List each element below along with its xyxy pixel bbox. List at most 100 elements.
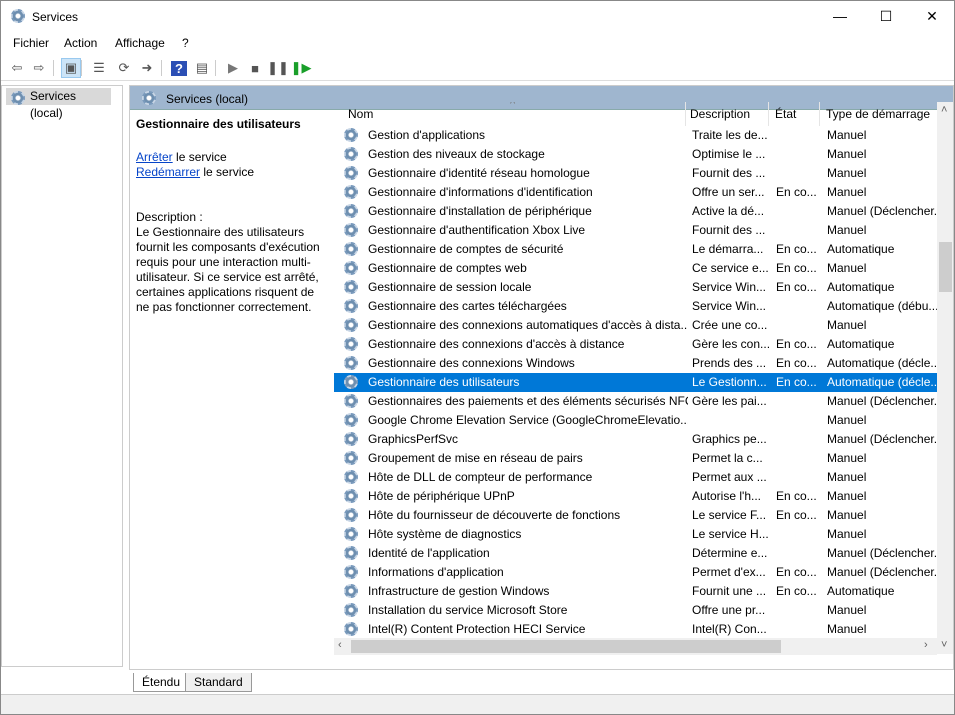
properties-button[interactable]: ☰	[89, 58, 109, 78]
minimize-button[interactable]: —	[817, 1, 863, 31]
tree-item-services-local[interactable]: Services (local)	[6, 88, 111, 120]
service-startup-type: Manuel	[827, 489, 867, 503]
back-icon: ⇦	[11, 60, 23, 75]
service-row[interactable]: Gestionnaire des connexions d'accès à di…	[334, 335, 937, 354]
vertical-scroll-thumb[interactable]	[939, 242, 952, 292]
service-name: Gestionnaire d'informations d'identifica…	[368, 185, 593, 199]
scroll-left-icon[interactable]: ‹	[338, 639, 342, 651]
service-gear-icon	[344, 451, 358, 465]
view-tabs: Étendu Standard	[129, 673, 429, 693]
service-description: Gère les con...	[692, 337, 771, 351]
service-row[interactable]: Infrastructure de gestion Windows Fournit…	[334, 582, 937, 601]
console-tree: Services (local)	[1, 85, 123, 667]
restart-service-link[interactable]: Redémarrer	[136, 165, 200, 179]
service-row[interactable]: Identité de l'application Détermine e... M…	[334, 544, 937, 563]
column-header-description[interactable]: Description	[684, 102, 769, 126]
service-row[interactable]: Gestionnaire d'installation de périphéri…	[334, 202, 937, 221]
show-console-tree-button[interactable]: ▣	[61, 58, 81, 78]
service-row[interactable]: Intel(R) Content Protection HECI Service…	[334, 620, 937, 638]
service-row[interactable]: Gestionnaire d'authentification Xbox Liv…	[334, 221, 937, 240]
service-state: En co...	[776, 337, 817, 351]
service-row[interactable]: Hôte de périphérique UPnP Autorise l'h...…	[334, 487, 937, 506]
service-name: Hôte de DLL de compteur de performance	[368, 470, 593, 484]
service-row[interactable]: Informations d'application Permet d'ex...…	[334, 563, 937, 582]
service-startup-type: Automatique	[827, 280, 895, 294]
action-pane-button[interactable]: ▤	[192, 58, 212, 78]
service-row[interactable]: Gestionnaire des connexions automatiques…	[334, 316, 937, 335]
menu-affichage[interactable]: Affichage	[115, 36, 165, 50]
column-header-state[interactable]: État	[769, 102, 820, 126]
service-row[interactable]: Gestionnaire de session locale Service Wi…	[334, 278, 937, 297]
export-list-button[interactable]: ➜	[137, 58, 157, 78]
service-description: Active la dé...	[692, 204, 765, 218]
service-row[interactable]: Gestionnaire des connexions Windows Prend…	[334, 354, 937, 373]
horizontal-scrollbar[interactable]: ‹ ›	[334, 638, 937, 655]
service-row[interactable]: Hôte de DLL de compteur de performance Pe…	[334, 468, 937, 487]
service-gear-icon	[344, 508, 358, 522]
service-name: Gestionnaire des connexions automatiques…	[368, 318, 688, 332]
services-icon	[11, 91, 25, 105]
service-state: En co...	[776, 375, 817, 389]
column-header-name[interactable]: Nom	[342, 102, 686, 126]
menu-help[interactable]: ?	[182, 36, 189, 50]
service-row[interactable]: GraphicsPerfSvc Graphics pe... Manuel (Déc…	[334, 430, 937, 449]
horizontal-scroll-thumb[interactable]	[351, 640, 781, 653]
service-row[interactable]: Google Chrome Elevation Service (GoogleC…	[334, 411, 937, 430]
help-button[interactable]: ?	[169, 58, 189, 78]
refresh-button[interactable]: ⟳	[114, 58, 134, 78]
service-row[interactable]: Gestionnaire des cartes téléchargées Serv…	[334, 297, 937, 316]
service-startup-type: Manuel	[827, 451, 867, 465]
service-name: Gestionnaire des connexions d'accès à di…	[368, 337, 625, 351]
selected-service-name: Gestionnaire des utilisateurs	[136, 117, 301, 131]
service-startup-type: Manuel	[827, 223, 867, 237]
tab-standard[interactable]: Standard	[185, 673, 252, 692]
service-row[interactable]: Gestionnaire d'informations d'identifica…	[334, 183, 937, 202]
menu-fichier[interactable]: Fichier	[13, 36, 49, 50]
service-description: Fournit des ...	[692, 166, 766, 180]
service-row[interactable]: Gestionnaire d'identité réseau homologue…	[334, 164, 937, 183]
service-row[interactable]: Installation du service Microsoft Store O…	[334, 601, 937, 620]
service-startup-type: Automatique	[827, 584, 895, 598]
scroll-up-icon[interactable]: ˄	[941, 104, 947, 116]
service-gear-icon	[344, 603, 358, 617]
maximize-button[interactable]: ☐	[863, 1, 909, 31]
service-startup-type: Manuel (Déclencher...	[827, 394, 937, 408]
service-description: Permet la c...	[692, 451, 763, 465]
service-row[interactable]: Gestionnaire de comptes de sécurité Le dé…	[334, 240, 937, 259]
close-button[interactable]: ✕	[909, 1, 955, 31]
restart-service-button[interactable]: ❚▶	[291, 58, 312, 78]
service-name: Gestionnaire de session locale	[368, 280, 532, 294]
menu-action[interactable]: Action	[64, 36, 97, 50]
vertical-scrollbar[interactable]: ˄ ˅	[937, 102, 953, 654]
toolbar-separator	[161, 60, 162, 76]
scroll-right-icon[interactable]: ›	[924, 639, 928, 651]
service-gear-icon	[344, 318, 358, 332]
service-description: Graphics pe...	[692, 432, 767, 446]
service-description: Prends des ...	[692, 356, 767, 370]
stop-service-link[interactable]: Arrêter	[136, 150, 173, 164]
service-startup-type: Manuel	[827, 508, 867, 522]
toolbar-separator	[81, 60, 82, 76]
service-row[interactable]: Hôte du fournisseur de découverte de fon…	[334, 506, 937, 525]
back-button[interactable]: ⇦	[7, 58, 27, 78]
scroll-down-icon[interactable]: ˅	[941, 639, 947, 651]
stop-service-button[interactable]: ■	[245, 58, 265, 78]
pause-service-button[interactable]: ❚❚	[267, 58, 289, 78]
service-row[interactable]: Gestionnaire des utilisateurs Le Gestionn…	[334, 373, 937, 392]
tab-etendu[interactable]: Étendu	[133, 673, 190, 692]
service-row[interactable]: Gestion d'applications Traite les de... Ma…	[334, 126, 937, 145]
service-name: Informations d'application	[368, 565, 504, 579]
start-service-button[interactable]: ▶	[223, 58, 243, 78]
service-row[interactable]: Gestion des niveaux de stockage Optimise …	[334, 145, 937, 164]
service-row[interactable]: Hôte système de diagnostics Le service H.…	[334, 525, 937, 544]
service-row[interactable]: Gestionnaire de comptes web Ce service e.…	[334, 259, 937, 278]
forward-button[interactable]: ⇨	[29, 58, 49, 78]
service-name: Gestion des niveaux de stockage	[368, 147, 545, 161]
service-name: Identité de l'application	[368, 546, 490, 560]
service-row[interactable]: Gestionnaires des paiements et des éléme…	[334, 392, 937, 411]
service-gear-icon	[344, 546, 358, 560]
panel-title: Services (local)	[166, 92, 249, 106]
service-row[interactable]: Groupement de mise en réseau de pairs Per…	[334, 449, 937, 468]
service-gear-icon	[344, 622, 358, 636]
column-header-startup-type[interactable]: Type de démarrage	[820, 102, 937, 126]
